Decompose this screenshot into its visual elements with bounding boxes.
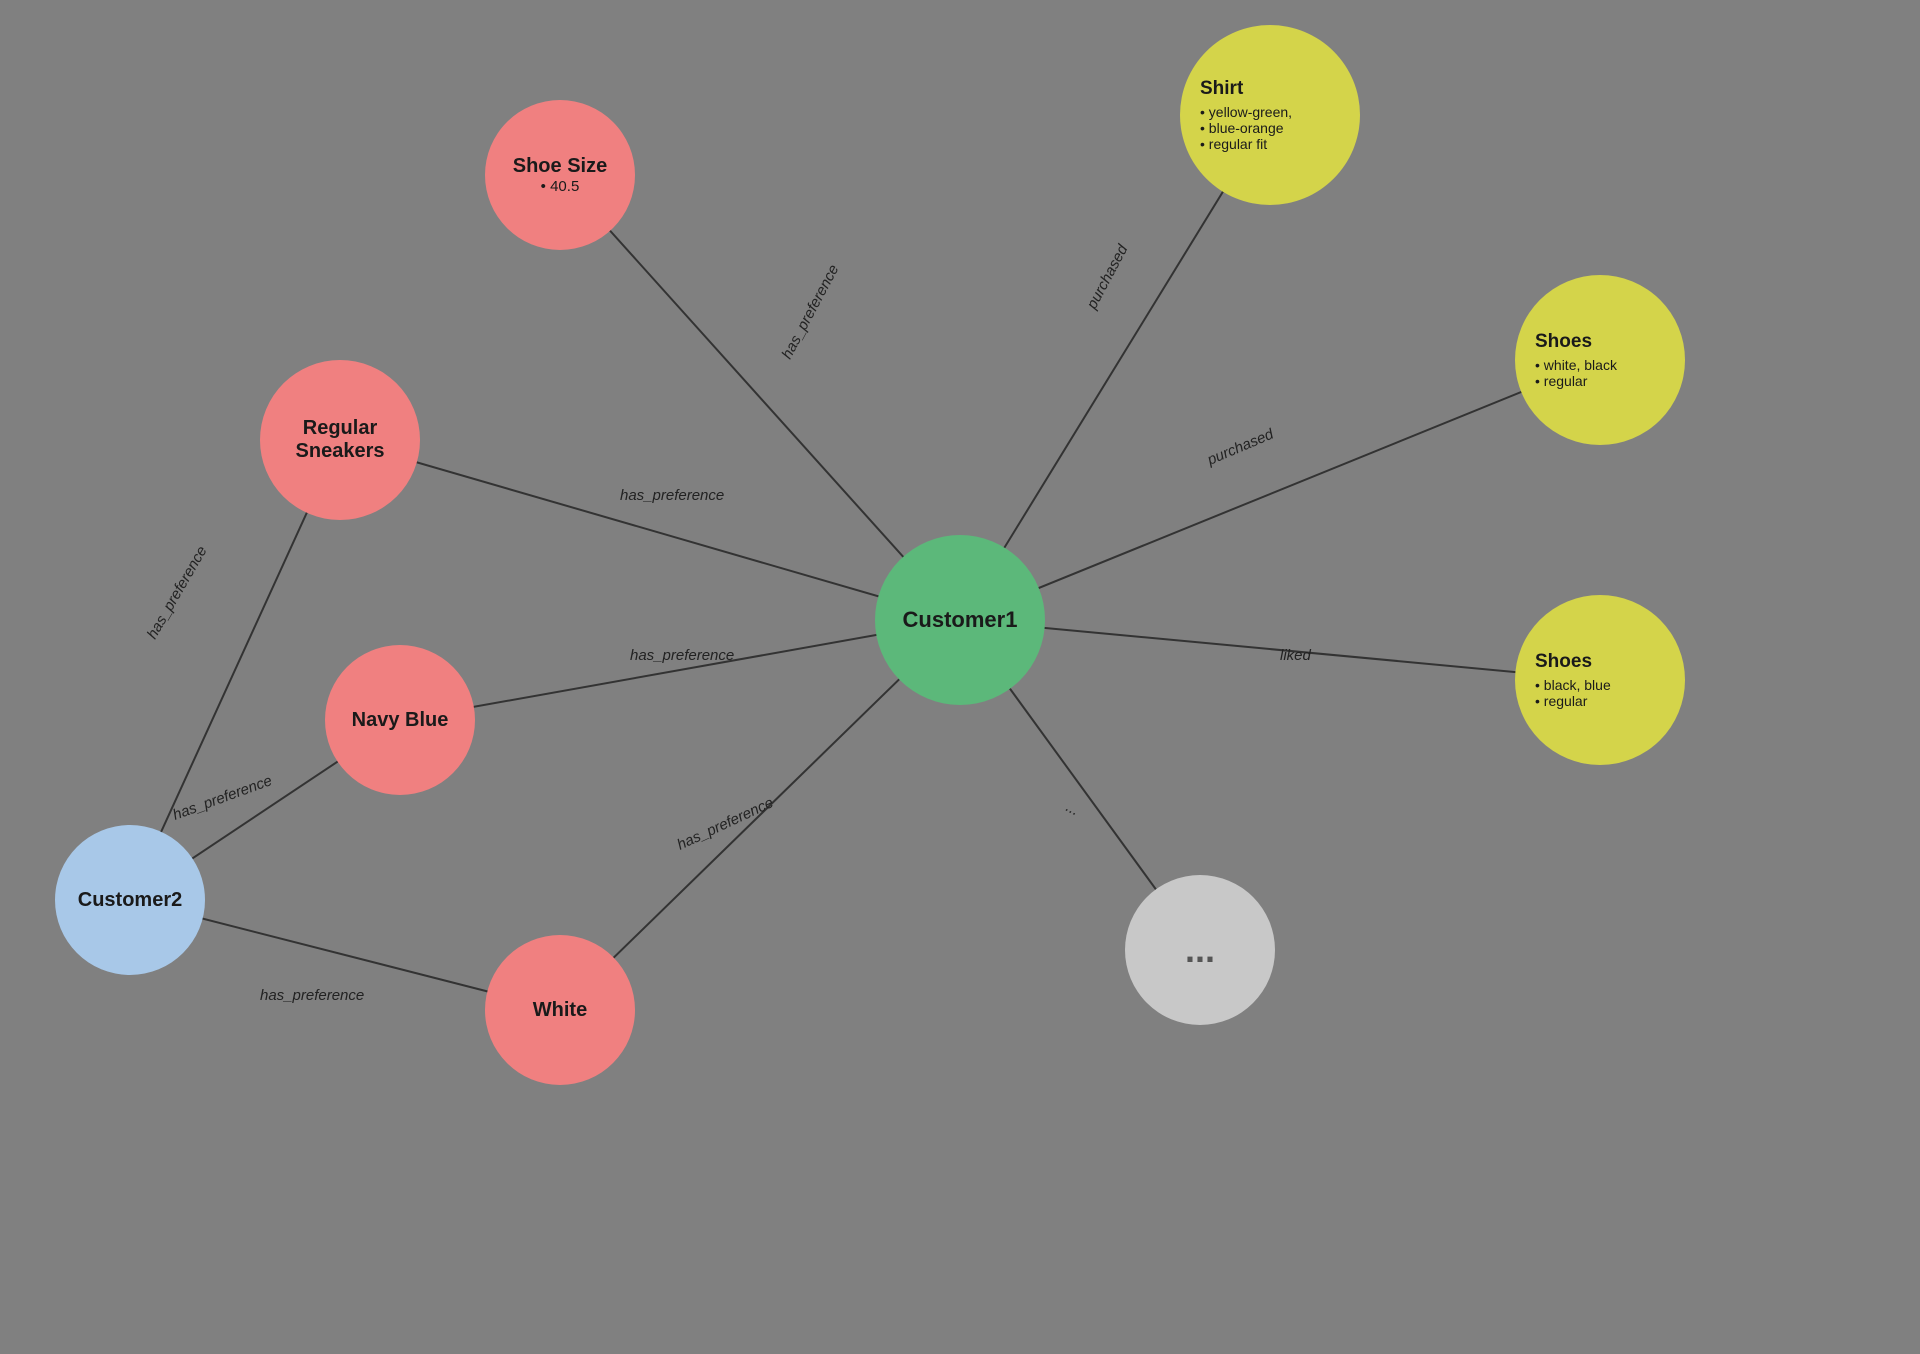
node-shoes2[interactable]: Shoes black, blue regular [1515, 595, 1685, 765]
shoes1-bullets: white, black regular [1535, 357, 1617, 389]
shoes1-title: Shoes [1535, 331, 1592, 353]
node-shirt[interactable]: Shirt yellow-green, blue-orange regular … [1180, 25, 1360, 205]
shirt-title: Shirt [1200, 78, 1243, 100]
shirt-bullets: yellow-green, blue-orange regular fit [1200, 104, 1292, 152]
svg-text:has_preference: has_preference [779, 262, 843, 362]
node-regular-sneakers[interactable]: Regular Sneakers [260, 360, 420, 520]
navy-blue-label: Navy Blue [352, 709, 449, 732]
svg-text:purchased: purchased [1083, 241, 1132, 312]
svg-text:has_preference: has_preference [675, 794, 777, 853]
graph-container: has_preference has_preference has_prefer… [0, 0, 1920, 1354]
svg-text:purchased: purchased [1204, 425, 1277, 469]
shoes2-title: Shoes [1535, 651, 1592, 673]
node-customer1[interactable]: Customer1 [875, 535, 1045, 705]
node-white[interactable]: White [485, 935, 635, 1085]
shoes2-bullets: black, blue regular [1535, 677, 1611, 709]
node-navy-blue[interactable]: Navy Blue [325, 645, 475, 795]
white-label: White [533, 999, 587, 1022]
customer1-label: Customer1 [903, 607, 1018, 633]
node-more: ... [1125, 875, 1275, 1025]
svg-text:...: ... [1063, 799, 1082, 820]
svg-text:has_preference: has_preference [260, 987, 364, 1004]
svg-text:has_preference: has_preference [630, 647, 734, 664]
svg-text:has_preference: has_preference [144, 543, 211, 642]
svg-text:liked: liked [1280, 647, 1312, 664]
dots-label: ... [1185, 929, 1215, 971]
node-shoe-size[interactable]: Shoe Size • 40.5 [485, 100, 635, 250]
svg-text:has_preference: has_preference [171, 772, 275, 824]
node-shoes1[interactable]: Shoes white, black regular [1515, 275, 1685, 445]
shoe-size-label: Shoe Size [513, 155, 607, 178]
node-customer2[interactable]: Customer2 [55, 825, 205, 975]
customer2-label: Customer2 [78, 889, 182, 912]
svg-text:has_preference: has_preference [620, 487, 724, 504]
shoe-size-sublabel: • 40.5 [513, 178, 607, 195]
regular-sneakers-label: Regular Sneakers [296, 417, 385, 463]
